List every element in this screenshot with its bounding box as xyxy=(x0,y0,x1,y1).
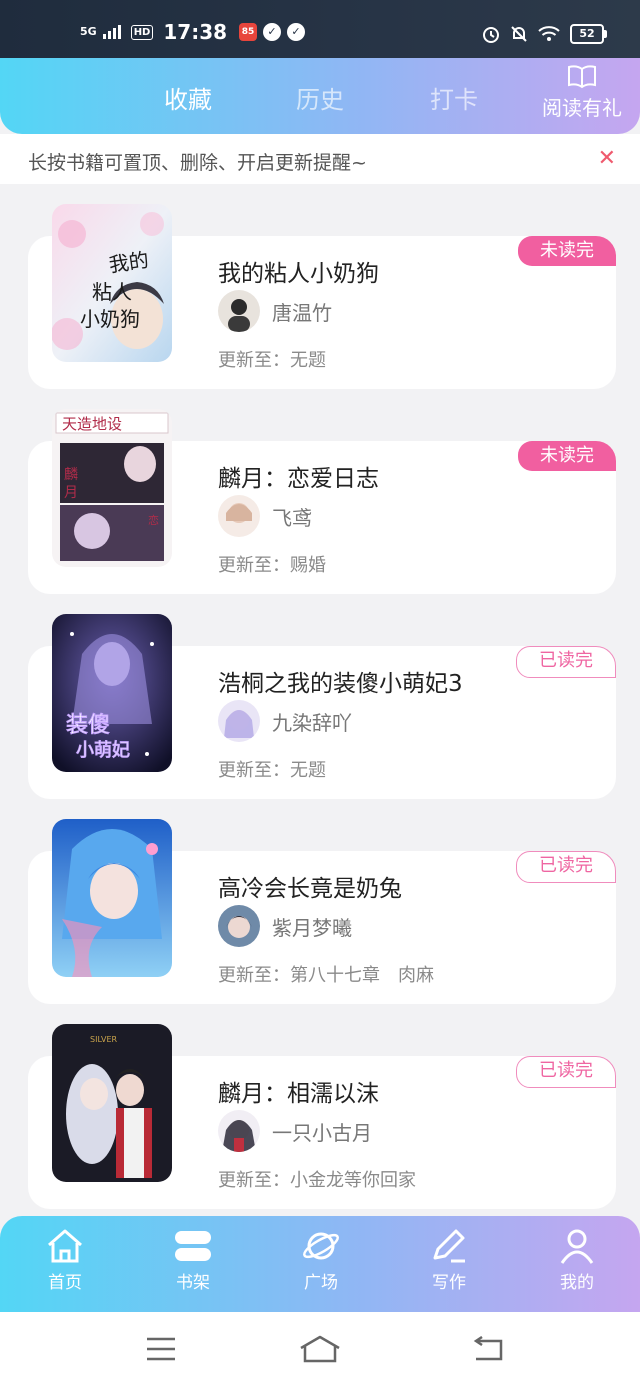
book-item[interactable]: SILVER 已读完 麟月：相濡以沫 一只小古月 更新至：小金龙等你回家 xyxy=(0,1024,640,1214)
bookshelf-icon xyxy=(175,1231,211,1261)
status-bar: 5G HD 17:38 85 ✓ ✓ 52 xyxy=(0,0,640,58)
notification-dot-icon: ✓ xyxy=(287,23,306,41)
book-title: 浩桐之我的装傻小萌妃3 xyxy=(218,671,463,697)
author-row: 紫月梦曦 xyxy=(218,905,352,947)
author-row: 唐温竹 xyxy=(218,290,332,332)
nav-mine-label: 我的 xyxy=(560,1273,594,1293)
nav-mine[interactable]: 我的 xyxy=(532,1228,622,1293)
planet-icon xyxy=(303,1232,339,1260)
book-author: 紫月梦曦 xyxy=(272,915,352,940)
book-cover[interactable]: 装傻 小萌妃 xyxy=(52,614,172,772)
battery-indicator: 52 xyxy=(570,24,607,44)
nav-bookshelf-label: 书架 xyxy=(176,1273,210,1293)
wifi-icon xyxy=(538,26,560,41)
book-cover[interactable]: SILVER xyxy=(52,1024,172,1182)
svg-text:小奶狗: 小奶狗 xyxy=(80,307,140,331)
svg-text:天造地设: 天造地设 xyxy=(62,415,122,433)
book-update: 更新至：赐婚 xyxy=(218,555,326,576)
signal-indicator: 5G xyxy=(80,25,97,38)
book-title: 高冷会长竟是奶兔 xyxy=(218,876,402,902)
avatar xyxy=(218,700,260,742)
nav-home-label: 首页 xyxy=(48,1273,82,1293)
status-badge: 已读完 xyxy=(516,851,616,883)
bottom-nav: 首页 书架 广场 写作 我的 xyxy=(0,1216,640,1312)
nav-square-label: 广场 xyxy=(304,1273,338,1293)
author-row: 一只小古月 xyxy=(218,1110,372,1152)
status-badge: 未读完 xyxy=(518,236,616,266)
nav-write-label: 写作 xyxy=(432,1273,466,1293)
reading-reward-button[interactable]: 阅读有礼 xyxy=(542,64,622,121)
svg-text:小萌妃: 小萌妃 xyxy=(76,740,130,761)
menu-icon[interactable] xyxy=(145,1336,177,1362)
nav-bookshelf[interactable]: 书架 xyxy=(148,1228,238,1293)
book-update: 更新至：无题 xyxy=(218,350,326,371)
book-title: 麟月：恋爱日志 xyxy=(218,466,379,492)
open-book-icon xyxy=(568,65,596,89)
book-update: 更新至：小金龙等你回家 xyxy=(218,1170,416,1191)
book-cover[interactable] xyxy=(52,819,172,977)
book-item[interactable]: 已读完 高冷会长竟是奶兔 紫月梦曦 更新至：第八十七章 肉麻 xyxy=(0,819,640,1009)
tab-favorites[interactable]: 收藏 xyxy=(164,80,212,115)
author-row: 飞鸢 xyxy=(218,495,312,537)
avatar xyxy=(218,495,260,537)
notice-text: 长按书籍可置顶、删除、开启更新提醒~ xyxy=(28,152,367,174)
avatar xyxy=(218,290,260,332)
shelf-header: 收藏 历史 打卡 阅读有礼 xyxy=(0,58,640,134)
hd-badge: HD xyxy=(130,24,154,40)
signal-bars-icon xyxy=(102,25,121,39)
nav-square[interactable]: 广场 xyxy=(276,1228,366,1293)
status-badge: 已读完 xyxy=(516,1056,616,1088)
tab-history[interactable]: 历史 xyxy=(296,80,344,115)
svg-text:月: 月 xyxy=(64,485,78,501)
book-item[interactable]: 我的 粘人 小奶狗 未读完 我的粘人小奶狗 唐温竹 更新至：无题 xyxy=(0,204,640,394)
avatar xyxy=(218,905,260,947)
book-title: 我的粘人小奶狗 xyxy=(218,261,379,287)
book-cover[interactable]: 我的 粘人 小奶狗 xyxy=(52,204,172,362)
notice-bar: 长按书籍可置顶、删除、开启更新提醒~ ✕ xyxy=(0,134,640,184)
book-title: 麟月：相濡以沫 xyxy=(218,1081,379,1107)
mute-icon xyxy=(511,26,527,42)
book-update: 更新至：无题 xyxy=(218,760,326,781)
book-author: 一只小古月 xyxy=(272,1120,372,1145)
alarm-icon xyxy=(483,27,499,43)
home-button-icon[interactable] xyxy=(298,1334,342,1364)
nav-home[interactable]: 首页 xyxy=(20,1228,110,1293)
system-nav-bar xyxy=(0,1312,640,1387)
book-author: 飞鸢 xyxy=(272,505,312,530)
user-icon xyxy=(560,1229,594,1264)
svg-text:装傻: 装傻 xyxy=(66,713,110,738)
home-icon xyxy=(48,1229,82,1263)
book-cover[interactable]: 天造地设 麟 月 恋 xyxy=(52,409,172,567)
book-update: 更新至：第八十七章 肉麻 xyxy=(218,965,434,986)
svg-text:麟: 麟 xyxy=(64,467,78,483)
book-item[interactable]: 装傻 小萌妃 已读完 浩桐之我的装傻小萌妃3 九染辞吖 更新至：无题 xyxy=(0,614,640,804)
close-icon[interactable]: ✕ xyxy=(598,146,616,171)
book-item[interactable]: 天造地设 麟 月 恋 未读完 麟月：恋爱日志 飞鸢 更新至：赐婚 xyxy=(0,409,640,599)
status-badge: 未读完 xyxy=(518,441,616,471)
app-notification-icon: 85 xyxy=(239,23,258,41)
back-icon[interactable] xyxy=(470,1336,504,1362)
svg-text:恋: 恋 xyxy=(148,513,159,527)
svg-text:SILVER: SILVER xyxy=(90,1035,118,1044)
book-author: 唐温竹 xyxy=(272,300,332,325)
book-author: 九染辞吖 xyxy=(272,710,352,735)
pen-icon xyxy=(433,1229,465,1263)
status-badge: 已读完 xyxy=(516,646,616,678)
svg-text:粘人: 粘人 xyxy=(92,280,132,304)
author-row: 九染辞吖 xyxy=(218,700,352,742)
clock: 17:38 xyxy=(163,20,228,44)
tab-checkin[interactable]: 打卡 xyxy=(430,80,478,115)
reading-reward-label: 阅读有礼 xyxy=(542,96,622,120)
nav-write[interactable]: 写作 xyxy=(404,1228,494,1293)
avatar xyxy=(218,1110,260,1152)
notification-dot-icon: ✓ xyxy=(263,23,282,41)
